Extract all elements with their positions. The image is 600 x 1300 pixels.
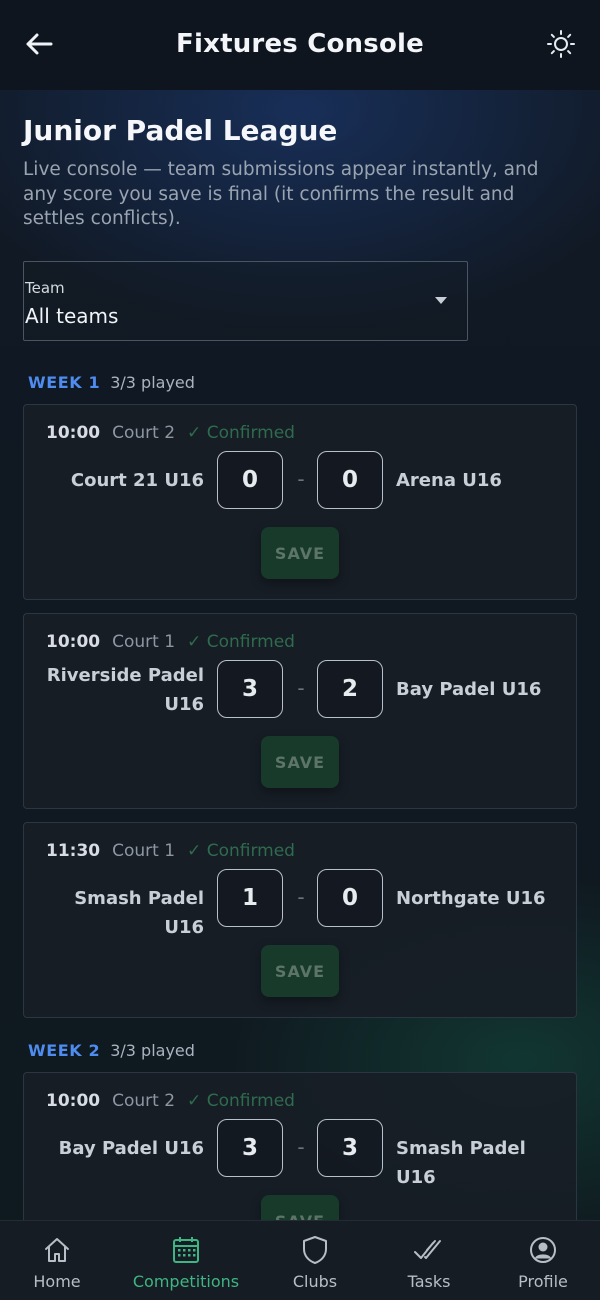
team-select-value: All teams <box>25 304 119 328</box>
nav-label: Competitions <box>132 1272 240 1291</box>
week-label: WEEK 2 <box>28 1041 101 1060</box>
home-score-input[interactable]: 0 <box>217 451 283 509</box>
theme-toggle-button[interactable] <box>544 27 578 61</box>
away-team: Smash Padel U16 <box>396 1138 526 1188</box>
home-team: Court 21 U16 <box>70 470 204 491</box>
home-team: Smash Padel U16 <box>74 888 204 938</box>
home-score-input[interactable]: 1 <box>217 869 283 927</box>
away-score-input[interactable]: 0 <box>317 451 383 509</box>
home-icon <box>45 1238 69 1262</box>
nav-label: Profile <box>518 1272 568 1291</box>
league-title: Junior Padel League <box>23 114 338 147</box>
fixture-meta: 10:00 Court 2 ✓ Confirmed <box>46 423 295 443</box>
save-button[interactable]: SAVE <box>261 1195 339 1220</box>
score-separator: - <box>297 885 305 909</box>
nav-label: Tasks <box>407 1272 451 1291</box>
fixture-status: ✓ Confirmed <box>187 1091 295 1111</box>
fixture-card: 10:00 Court 1 ✓ Confirmed Riverside Pade… <box>23 613 577 809</box>
home-score-input[interactable]: 3 <box>217 1119 283 1177</box>
team-select[interactable]: Team All teams <box>23 261 468 341</box>
app-root: Fixtures Console Junior Padel League Liv… <box>0 0 600 1300</box>
bottom-nav: Home Competitions Clubs Tasks Profile <box>0 1220 600 1300</box>
away-score-input[interactable]: 0 <box>317 869 383 927</box>
home-team: Bay Padel U16 <box>58 1138 204 1159</box>
nav-item-tasks[interactable]: Tasks <box>394 1221 464 1300</box>
fixture-card: 10:00 Court 2 ✓ Confirmed Bay Padel U16 … <box>23 1072 577 1220</box>
nav-label: Home <box>33 1272 81 1291</box>
page-title: Fixtures Console <box>176 29 424 59</box>
fixture-court: Court 2 <box>112 423 176 443</box>
save-button[interactable]: SAVE <box>261 945 339 997</box>
fixture-time: 11:30 <box>46 841 101 861</box>
user-circle-icon <box>530 1237 556 1263</box>
back-button[interactable] <box>22 27 56 61</box>
double-check-icon <box>414 1240 441 1259</box>
fixture-court: Court 1 <box>112 632 176 652</box>
fixture-status: ✓ Confirmed <box>187 632 295 652</box>
nav-label: Clubs <box>292 1272 338 1291</box>
fixture-meta: 10:00 Court 2 ✓ Confirmed <box>46 1091 295 1111</box>
fixture-meta: 10:00 Court 1 ✓ Confirmed <box>46 632 295 652</box>
week-header: WEEK 1 3/3 played <box>28 373 195 392</box>
fixture-time: 10:00 <box>46 1091 101 1111</box>
nav-item-competitions[interactable]: Competitions <box>126 1221 246 1300</box>
score-separator: - <box>297 676 305 700</box>
league-description: Live console — team submissions appear i… <box>23 159 539 229</box>
fixture-card: 11:30 Court 1 ✓ Confirmed Smash Padel U1… <box>23 822 577 1018</box>
nav-item-clubs[interactable]: Clubs <box>280 1221 350 1300</box>
calendar-icon <box>173 1237 199 1263</box>
fixture-card: 10:00 Court 2 ✓ Confirmed Court 21 U16 0… <box>23 404 577 600</box>
away-team: Northgate U16 <box>396 888 546 909</box>
week-played-count: 3/3 played <box>110 373 195 392</box>
away-team: Arena U16 <box>396 470 502 491</box>
week-label: WEEK 1 <box>28 373 101 392</box>
home-team: Riverside Padel U16 <box>46 665 204 715</box>
fixture-meta: 11:30 Court 1 ✓ Confirmed <box>46 841 295 861</box>
fixture-court: Court 1 <box>112 841 176 861</box>
save-button[interactable]: SAVE <box>261 736 339 788</box>
save-button[interactable]: SAVE <box>261 527 339 579</box>
sun-icon <box>547 30 575 58</box>
shield-icon <box>303 1236 327 1264</box>
week-header: WEEK 2 3/3 played <box>28 1041 195 1060</box>
away-score-input[interactable]: 2 <box>317 660 383 718</box>
score-separator: - <box>297 467 305 491</box>
fixture-time: 10:00 <box>46 632 101 652</box>
top-bar: Fixtures Console <box>0 0 600 90</box>
nav-item-home[interactable]: Home <box>22 1221 92 1300</box>
caret-down-icon <box>435 297 447 304</box>
home-score-input[interactable]: 3 <box>217 660 283 718</box>
score-separator: - <box>297 1135 305 1159</box>
nav-item-profile[interactable]: Profile <box>508 1221 578 1300</box>
team-select-label: Team <box>25 279 65 297</box>
fixture-time: 10:00 <box>46 423 101 443</box>
away-team: Bay Padel U16 <box>396 679 542 700</box>
away-score-input[interactable]: 3 <box>317 1119 383 1177</box>
arrow-left-icon <box>26 33 53 55</box>
fixture-court: Court 2 <box>112 1091 176 1111</box>
fixture-status: ✓ Confirmed <box>187 423 295 443</box>
main-content[interactable]: Junior Padel League Live console — team … <box>0 90 600 1220</box>
fixture-status: ✓ Confirmed <box>187 841 295 861</box>
week-played-count: 3/3 played <box>110 1041 195 1060</box>
